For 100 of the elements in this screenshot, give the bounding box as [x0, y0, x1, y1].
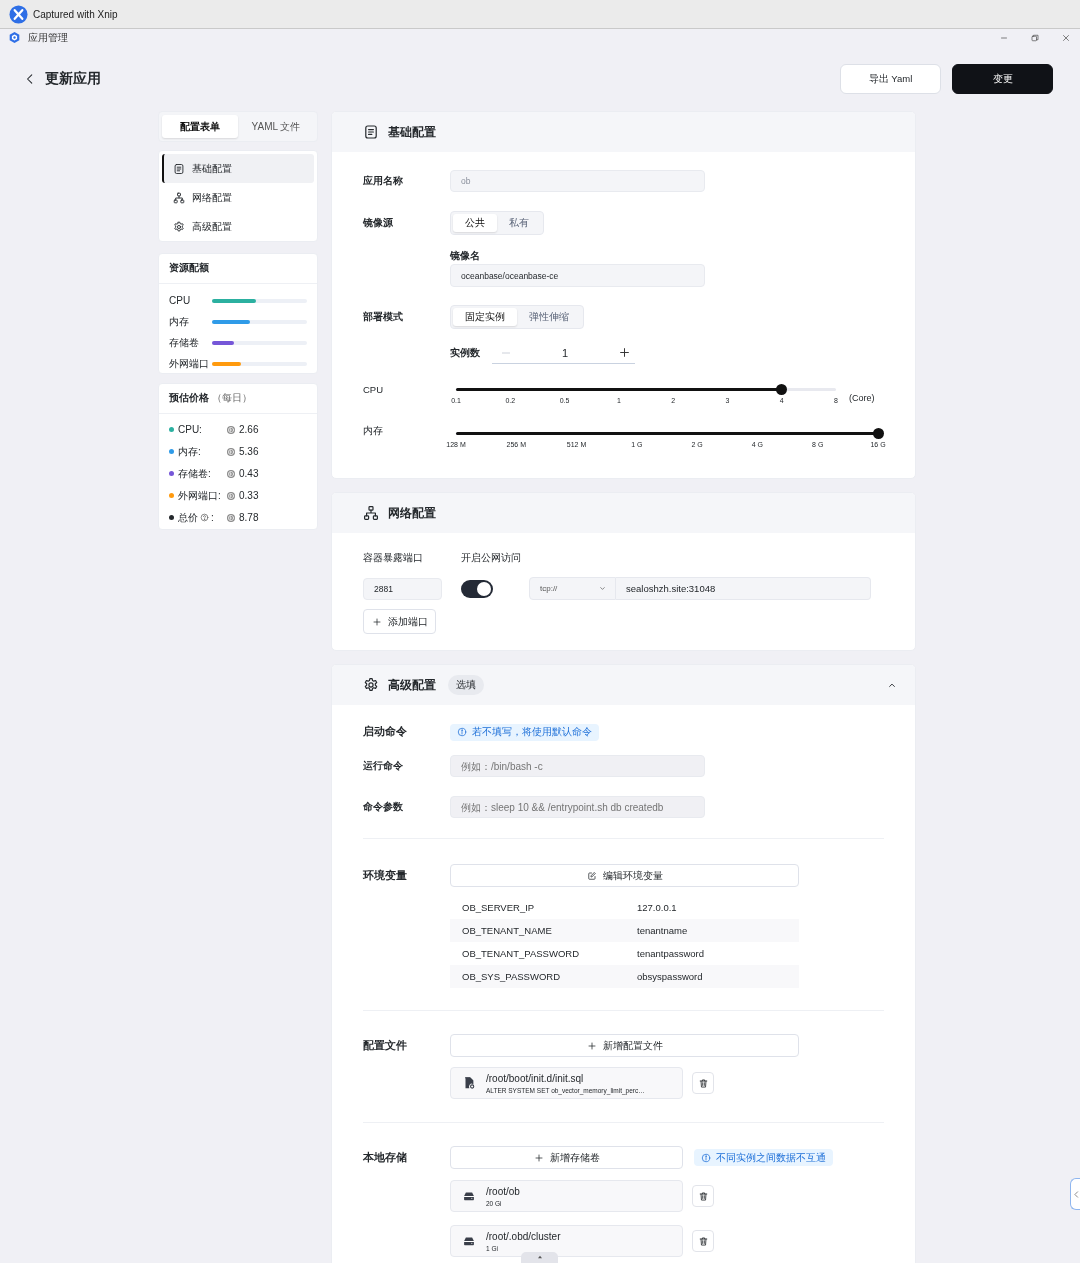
change-button[interactable]: 变更: [952, 64, 1053, 94]
env-value: obsyspassword: [637, 971, 703, 982]
add-volume-button[interactable]: 新增存储卷: [450, 1146, 683, 1169]
add-config-button[interactable]: 新增配置文件: [450, 1034, 799, 1057]
slider-thumb[interactable]: [776, 384, 788, 395]
field-label: 实例数: [450, 346, 480, 360]
window-title: 应用管理: [28, 30, 68, 45]
help-icon: [200, 513, 209, 522]
field-label: 镜像名: [450, 249, 481, 263]
info-icon: [701, 1152, 711, 1163]
close-icon[interactable]: [1061, 32, 1071, 43]
plus-icon: [371, 616, 382, 627]
env-name: OB_TENANT_PASSWORD: [462, 948, 580, 959]
capture-title: Captured with Xnip: [33, 8, 118, 20]
protocol-select[interactable]: tcp://: [529, 577, 616, 600]
card-title: 预估价格 （每日）: [159, 384, 317, 414]
price-label: CPU:: [178, 424, 202, 435]
chevron-down-icon: [598, 584, 607, 593]
field-label: CPU: [363, 384, 385, 395]
env-value: tenantpassword: [637, 948, 705, 959]
replica-stepper[interactable]: 1: [492, 342, 635, 364]
optional-badge: 选填: [448, 675, 484, 695]
delete-button[interactable]: [692, 1185, 714, 1207]
price-label: 外网端口:: [178, 488, 221, 503]
card-title: 资源配额: [159, 254, 317, 284]
quota-label: 存储卷: [169, 335, 200, 350]
field-label: 应用名称: [363, 174, 404, 188]
price-value: 0.33: [239, 490, 259, 501]
colon-text: :: [211, 512, 214, 523]
restore-icon[interactable]: [1030, 32, 1040, 43]
env-value: 127.0.0.1: [637, 902, 677, 913]
field-label: 本地存储: [363, 1151, 408, 1165]
edit-icon: [586, 870, 597, 881]
price-value: 5.36: [239, 446, 259, 457]
settings-icon: [173, 220, 185, 233]
delete-button[interactable]: [692, 1230, 714, 1252]
coin-icon: [226, 512, 236, 523]
unit-label: (Core): [849, 393, 875, 403]
view-tab[interactable]: 配置表单: [162, 115, 238, 138]
segment-option[interactable]: 弹性伸缩: [517, 308, 581, 326]
nav-item[interactable]: 高级配置: [162, 212, 314, 241]
trash-icon: [697, 1190, 709, 1202]
segment-option[interactable]: 固定实例: [453, 308, 517, 326]
add-port-button[interactable]: 添加端口: [363, 609, 436, 634]
price-label: 内存:: [178, 444, 201, 459]
env-name: OB_SERVER_IP: [462, 902, 536, 913]
section-title: 高级配置: [388, 676, 436, 694]
port-field[interactable]: 2881: [363, 577, 442, 600]
info-icon: [457, 727, 467, 737]
chevron-left-icon: [1072, 1189, 1080, 1199]
field-label: 配置文件: [363, 1039, 408, 1053]
field-label: 内存: [363, 425, 384, 438]
view-tab[interactable]: YAML 文件: [238, 115, 314, 138]
quota-label: CPU: [169, 295, 192, 306]
delete-button[interactable]: [692, 1072, 714, 1094]
env-name: OB_SYS_PASSWORD: [462, 971, 562, 982]
coin-icon: [226, 468, 236, 479]
quota-label: 外网端口: [169, 356, 210, 371]
trash-icon: [697, 1077, 709, 1089]
settings-icon: [363, 677, 379, 693]
side-panel-handle[interactable]: [1070, 1178, 1080, 1210]
column-label: 容器暴露端口: [363, 551, 424, 565]
price-value: 2.66: [239, 424, 259, 435]
price-value: 0.43: [239, 468, 259, 479]
field-label: 运行命令: [363, 759, 404, 773]
export-button[interactable]: 导出 Yaml: [840, 64, 941, 94]
arguments-field[interactable]: 例如：sleep 10 && /entrypoint.sh db createdb: [450, 796, 705, 818]
field-label: 启动命令: [363, 725, 408, 739]
nav-item[interactable]: 基础配置: [162, 154, 314, 183]
document-icon: [173, 162, 185, 175]
slider-thumb[interactable]: [872, 428, 884, 439]
page-title: 更新应用: [45, 70, 101, 88]
price-label: 总价: [178, 510, 198, 525]
plus-icon[interactable]: [618, 346, 631, 359]
coin-icon: [226, 446, 236, 457]
app-logo-icon: [8, 31, 21, 44]
field-label: 环境变量: [363, 869, 408, 883]
segment-option[interactable]: 私有: [497, 214, 541, 232]
plus-icon: [586, 1040, 597, 1051]
image-name-field[interactable]: oceanbase/oceanbase-ce: [450, 264, 705, 287]
field-label: 部署模式: [363, 310, 404, 324]
quota-label: 内存: [169, 314, 190, 329]
section-title: 基础配置: [388, 123, 436, 141]
field-label: 命令参数: [363, 800, 404, 814]
trash-icon: [697, 1235, 709, 1247]
column-label: 开启公网访问: [461, 551, 521, 565]
toggle-switch[interactable]: [461, 579, 493, 598]
segment-option[interactable]: 公共: [453, 214, 497, 232]
env-value: tenantname: [637, 925, 688, 936]
document-icon: [363, 124, 379, 140]
coin-icon: [226, 490, 236, 501]
info-hint: 若不填写，将使用默认命令: [450, 723, 599, 741]
run-command-field[interactable]: 例如：/bin/bash -c: [450, 755, 705, 777]
plus-icon: [533, 1152, 544, 1163]
domain-field[interactable]: sealoshzh.site:31048: [616, 577, 871, 600]
nav-item[interactable]: 网络配置: [162, 183, 314, 212]
edit-env-button[interactable]: 编辑环境变量: [450, 864, 799, 887]
coin-icon: [226, 424, 236, 435]
price-label: 存储卷:: [178, 466, 211, 481]
section-title: 网络配置: [388, 504, 436, 522]
